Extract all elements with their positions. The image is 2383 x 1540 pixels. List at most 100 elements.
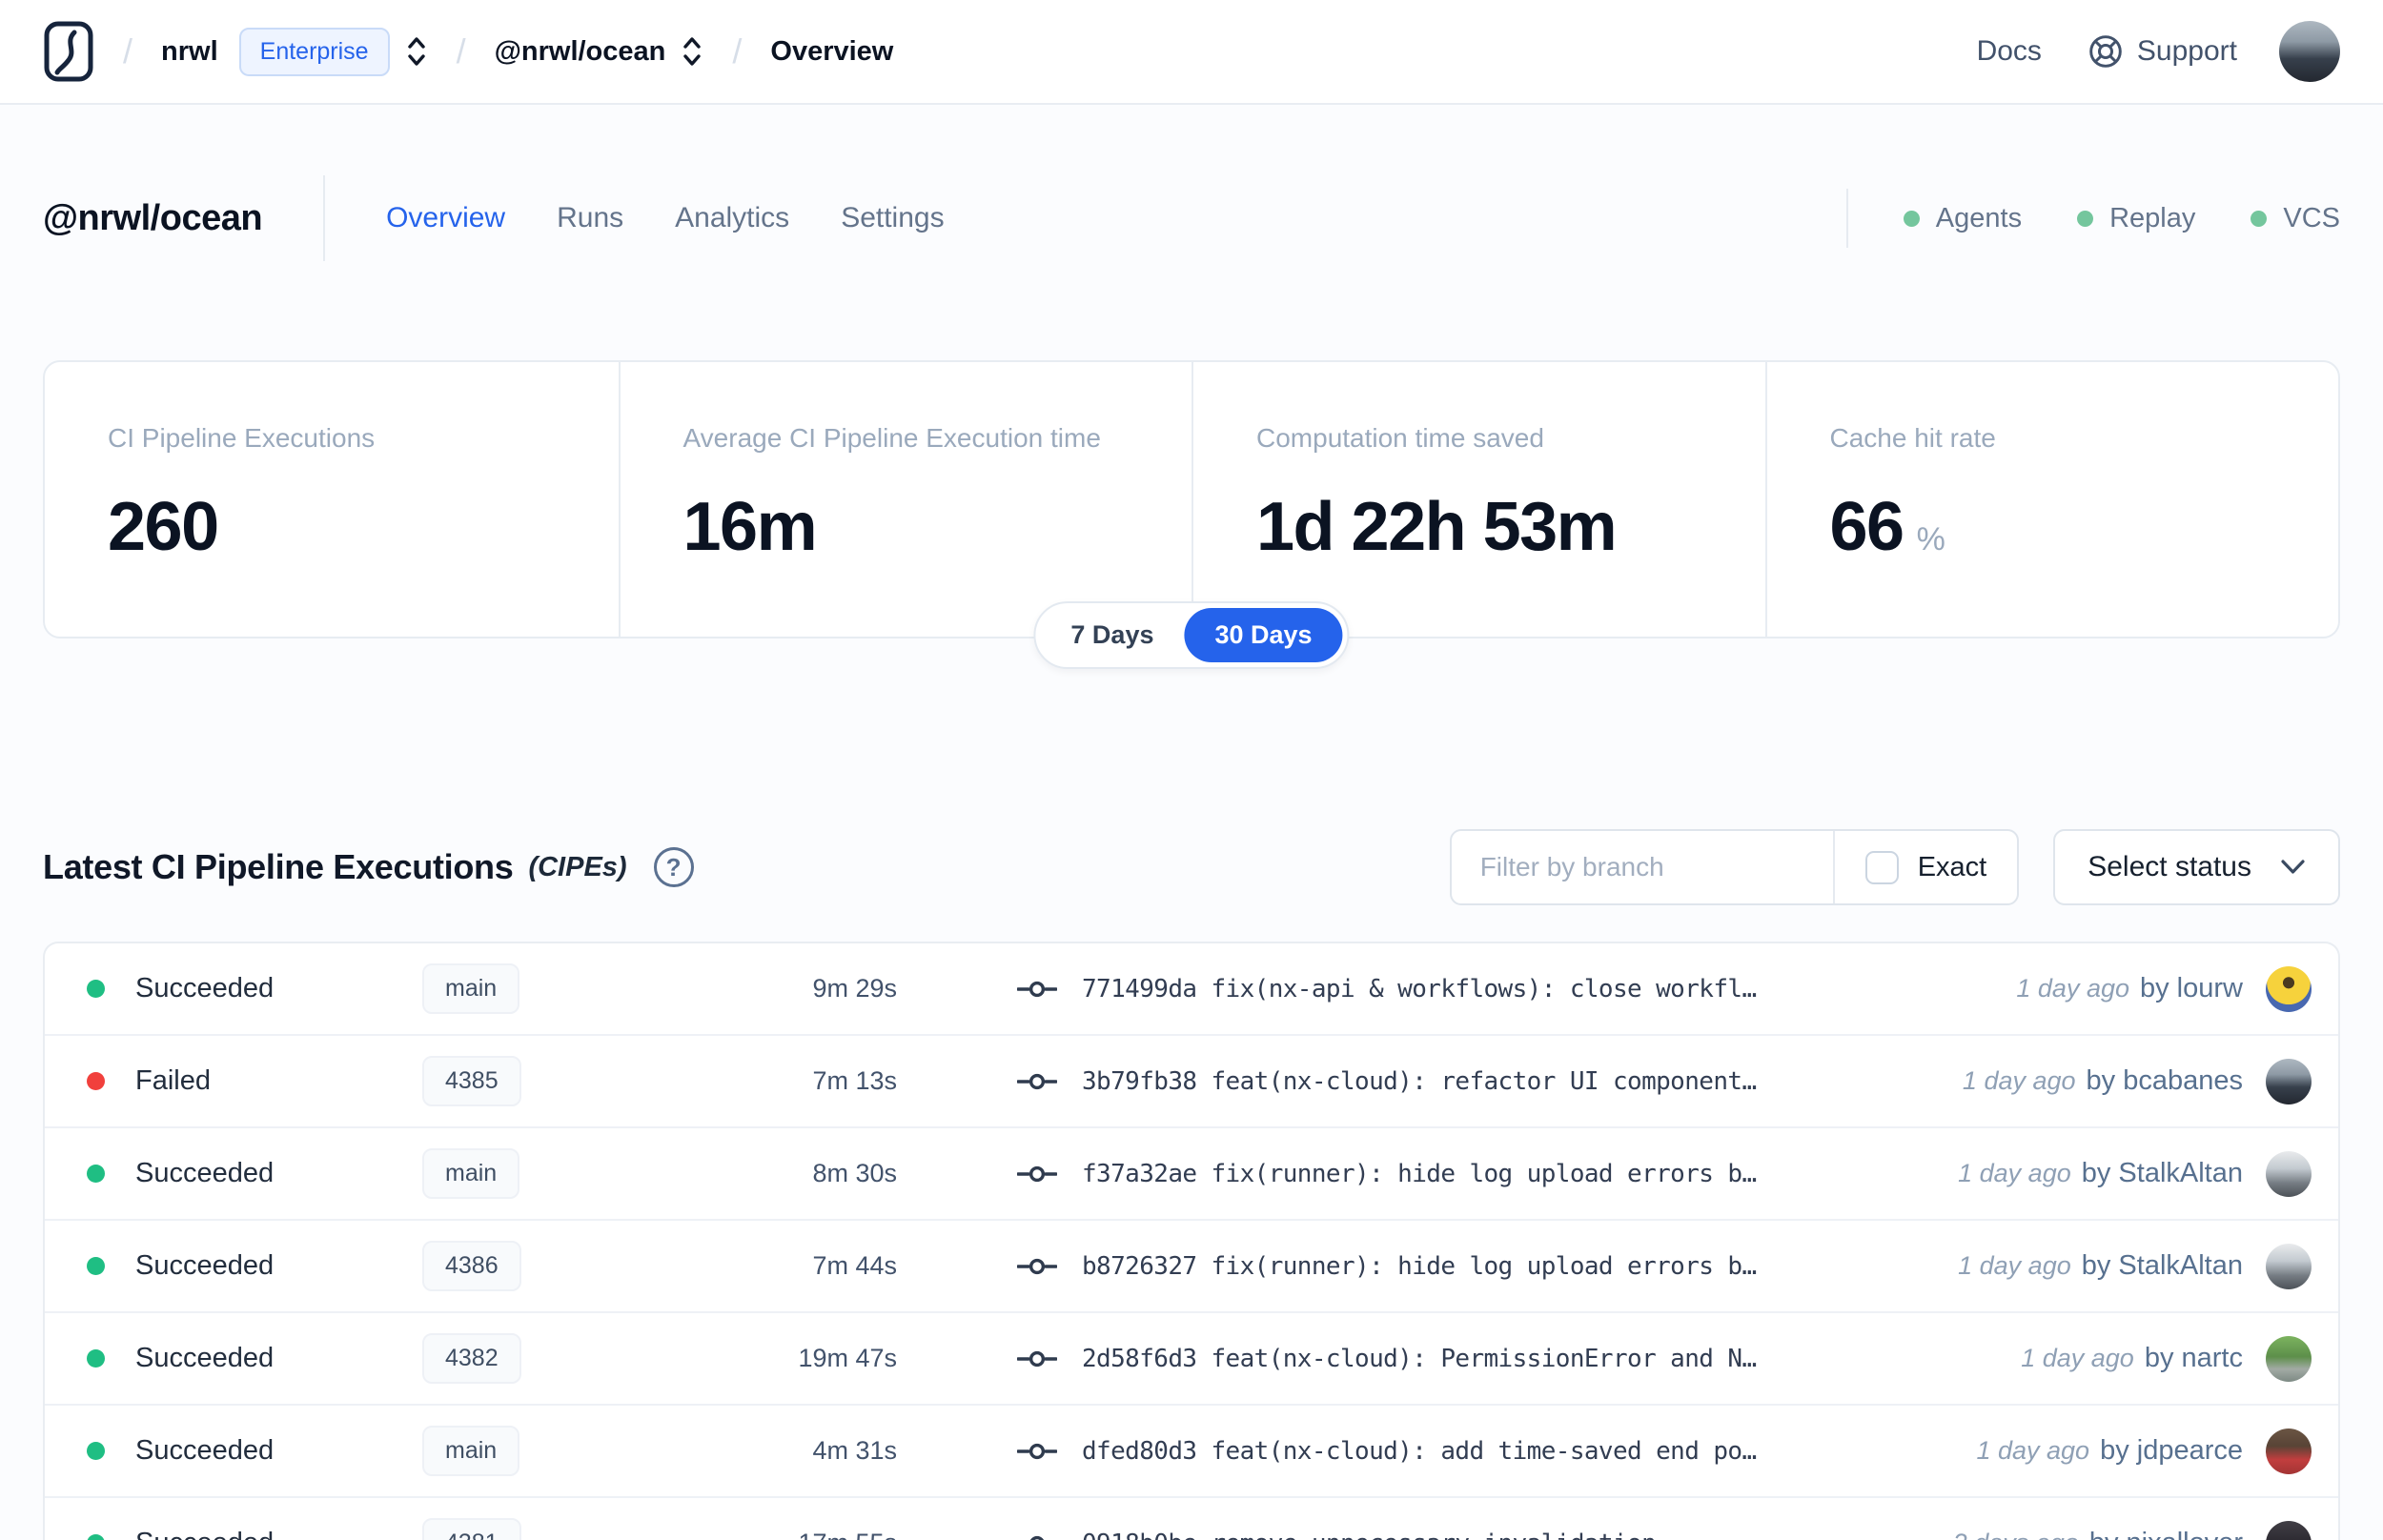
tab-runs[interactable]: Runs bbox=[557, 202, 623, 234]
cipe-row[interactable]: Succeeded 4386 7m 44s b8726327 fix(runne… bbox=[45, 1221, 2338, 1313]
branch-badge: 4381 bbox=[422, 1518, 521, 1540]
period-7-days-button[interactable]: 7 Days bbox=[1040, 608, 1184, 662]
branch-cell: 4382 bbox=[422, 1333, 737, 1384]
cipe-row[interactable]: Succeeded 4382 19m 47s 2d58f6d3 feat(nx-… bbox=[45, 1313, 2338, 1406]
tab-overview[interactable]: Overview bbox=[386, 202, 505, 234]
branch-cell: main bbox=[422, 1148, 737, 1199]
nx-cloud-logo-icon bbox=[44, 21, 93, 82]
author-label: by StalkAltan bbox=[2081, 1158, 2243, 1188]
status-cell: Succeeded bbox=[87, 973, 422, 1004]
commit-message: f37a32ae fix(runner): hide log upload er… bbox=[1082, 1159, 1757, 1188]
duration-label: 7m 13s bbox=[812, 1066, 897, 1095]
row-avatar bbox=[2266, 1243, 2312, 1289]
meta-cell: 1 day ago by StalkAltan bbox=[1958, 1150, 2312, 1197]
replay-label: Replay bbox=[2109, 202, 2196, 233]
vcs-label: VCS bbox=[2283, 202, 2340, 233]
period-toggle: 7 Days 30 Days bbox=[1033, 601, 1350, 669]
cipe-row[interactable]: Succeeded main 9m 29s 771499da fix(nx-ap… bbox=[45, 943, 2338, 1036]
commit-cell: 771499da fix(nx-api & workflows): close … bbox=[1017, 975, 1770, 1003]
support-link[interactable]: Support bbox=[2088, 33, 2237, 70]
author-label: by bcabanes bbox=[2086, 1065, 2243, 1096]
top-nav: / nrwl Enterprise / @nrwl/ocean / Overvi… bbox=[0, 0, 2383, 105]
exact-filter: Exact bbox=[1832, 831, 2018, 903]
workspace-tabs: Overview Runs Analytics Settings bbox=[386, 202, 945, 234]
exact-checkbox[interactable] bbox=[1864, 850, 1899, 884]
breadcrumb-separator: / bbox=[123, 31, 133, 71]
status-label: Failed bbox=[135, 1065, 211, 1096]
stat-value: 260 bbox=[108, 489, 219, 565]
stat-card-avg-time: Average CI Pipeline Execution time 16m bbox=[618, 362, 1192, 637]
time-ago-label: 1 day ago bbox=[2021, 1344, 2134, 1372]
git-commit-icon bbox=[1017, 1350, 1057, 1367]
breadcrumb-workspace[interactable]: @nrwl/ocean bbox=[495, 36, 666, 68]
cipe-row[interactable]: Succeeded 4381 17m 55s 0918b0be remove u… bbox=[45, 1498, 2338, 1540]
cipe-row[interactable]: Succeeded main 8m 30s f37a32ae fix(runne… bbox=[45, 1128, 2338, 1221]
commit-cell: dfed80d3 feat(nx-cloud): add time-saved … bbox=[1017, 1437, 1770, 1466]
select-status-label: Select status bbox=[2088, 851, 2251, 882]
commit-cell: 3b79fb38 feat(nx-cloud): refactor UI com… bbox=[1017, 1067, 1770, 1096]
tab-analytics[interactable]: Analytics bbox=[675, 202, 789, 234]
author-label: by lourw bbox=[2140, 973, 2243, 1003]
period-30-days-button[interactable]: 30 Days bbox=[1184, 608, 1343, 662]
status-cell: Failed bbox=[87, 1065, 422, 1097]
time-ago-label: 1 day ago bbox=[1962, 1066, 2076, 1095]
org-switcher-button[interactable] bbox=[405, 33, 428, 70]
status-cell: Succeeded bbox=[87, 1158, 422, 1189]
cipe-table: Succeeded main 9m 29s 771499da fix(nx-ap… bbox=[43, 942, 2340, 1540]
tab-settings[interactable]: Settings bbox=[841, 202, 944, 234]
status-dot bbox=[87, 1349, 105, 1368]
stat-card-time-saved: Computation time saved 1d 22h 53m bbox=[1192, 362, 1765, 637]
commit-message: 0918b0be remove unnecessary invalidation bbox=[1082, 1530, 1656, 1540]
breadcrumb-org[interactable]: nrwl bbox=[161, 36, 218, 68]
status-cell: Succeeded bbox=[87, 1343, 422, 1374]
nx-cloud-logo[interactable] bbox=[43, 20, 94, 83]
status-dot bbox=[87, 1072, 105, 1090]
page-title: @nrwl/ocean bbox=[43, 197, 263, 238]
stat-label: Computation time saved bbox=[1256, 423, 1544, 453]
status-dot-icon bbox=[2251, 210, 2268, 227]
branch-filter-input[interactable] bbox=[1451, 831, 1833, 903]
cipe-row[interactable]: Failed 4385 7m 13s 3b79fb38 feat(nx-clou… bbox=[45, 1036, 2338, 1128]
commit-message: dfed80d3 feat(nx-cloud): add time-saved … bbox=[1082, 1436, 1757, 1466]
status-label: Succeeded bbox=[135, 1528, 274, 1540]
time-ago-label: 1 day ago bbox=[2016, 974, 2129, 1003]
time-ago-label: 1 day ago bbox=[1958, 1159, 2071, 1187]
org-plan-badge: Enterprise bbox=[238, 27, 390, 76]
user-avatar[interactable] bbox=[2279, 21, 2340, 82]
cipes-title: Latest CI Pipeline Executions bbox=[43, 847, 514, 886]
duration-label: 4m 31s bbox=[812, 1436, 897, 1465]
status-label: Succeeded bbox=[135, 1343, 275, 1373]
time-ago-label: 1 day ago bbox=[1976, 1436, 2090, 1465]
status-cell: Succeeded bbox=[87, 1528, 422, 1540]
stat-value-number: 66 bbox=[1829, 489, 1905, 565]
row-avatar bbox=[2266, 1428, 2312, 1474]
divider bbox=[323, 175, 326, 261]
help-icon[interactable]: ? bbox=[653, 847, 694, 887]
agents-link[interactable]: Agents bbox=[1903, 202, 2023, 234]
meta-cell: 1 day ago by bcabanes bbox=[1962, 1058, 2312, 1104]
support-label: Support bbox=[2136, 35, 2237, 67]
duration-label: 19m 47s bbox=[798, 1344, 897, 1372]
workspace-switcher-button[interactable] bbox=[681, 33, 703, 70]
branch-cell: 4385 bbox=[422, 1056, 737, 1106]
chevron-up-down-icon bbox=[683, 37, 702, 66]
docs-link[interactable]: Docs bbox=[1977, 35, 2042, 68]
cipe-row[interactable]: Succeeded main 4m 31s dfed80d3 feat(nx-c… bbox=[45, 1406, 2338, 1498]
branch-cell: main bbox=[422, 963, 737, 1014]
meta-cell: 2 days ago by nixallover bbox=[1953, 1520, 2312, 1540]
author-label: by nixallover bbox=[2089, 1528, 2243, 1540]
breadcrumb-page: Overview bbox=[770, 35, 894, 67]
replay-link[interactable]: Replay bbox=[2077, 203, 2195, 234]
status-cell: Succeeded bbox=[87, 1435, 422, 1467]
agents-label: Agents bbox=[1935, 202, 2023, 233]
life-buoy-icon bbox=[2089, 35, 2122, 68]
select-status-button[interactable]: Select status bbox=[2053, 829, 2340, 905]
row-avatar bbox=[2266, 965, 2312, 1012]
git-commit-icon bbox=[1017, 1073, 1057, 1089]
duration-label: 7m 44s bbox=[812, 1251, 897, 1280]
vcs-link[interactable]: VCS bbox=[2251, 203, 2340, 234]
commit-cell: 0918b0be remove unnecessary invalidation bbox=[1017, 1530, 1770, 1540]
branch-cell: main bbox=[422, 1426, 737, 1476]
git-commit-icon bbox=[1017, 1165, 1057, 1182]
branch-cell: 4386 bbox=[422, 1241, 737, 1291]
